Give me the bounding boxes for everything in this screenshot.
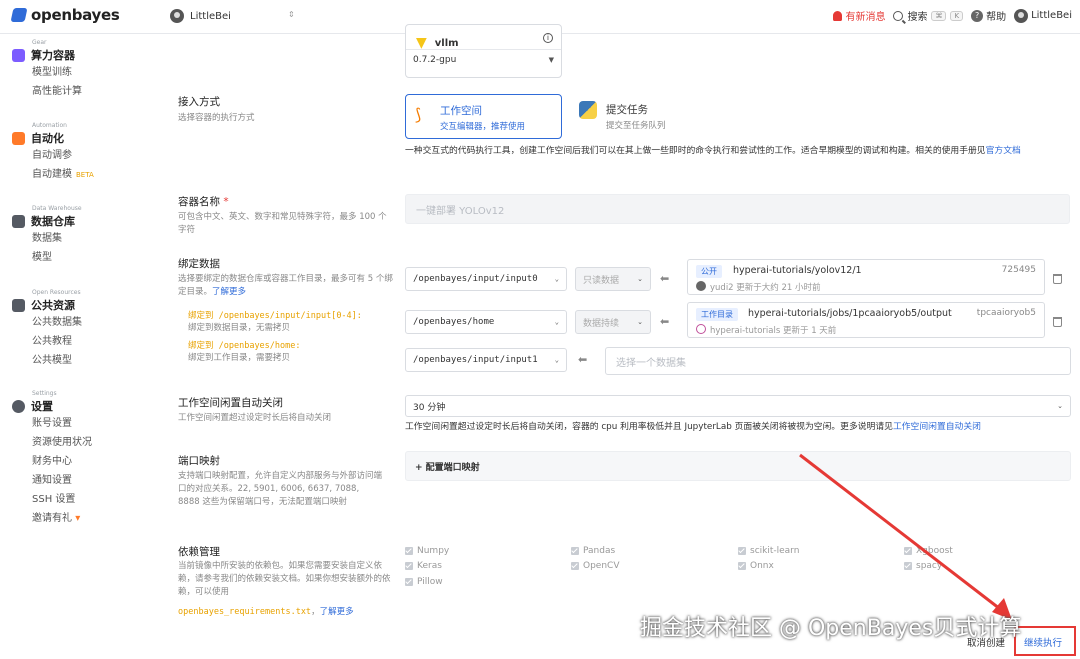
watermark: 掘金技术社区 @ OpenBayes贝式计算 xyxy=(640,616,1022,641)
continue-button[interactable]: 继续执行 xyxy=(1024,635,1062,649)
annotation-arrow xyxy=(799,453,1012,620)
